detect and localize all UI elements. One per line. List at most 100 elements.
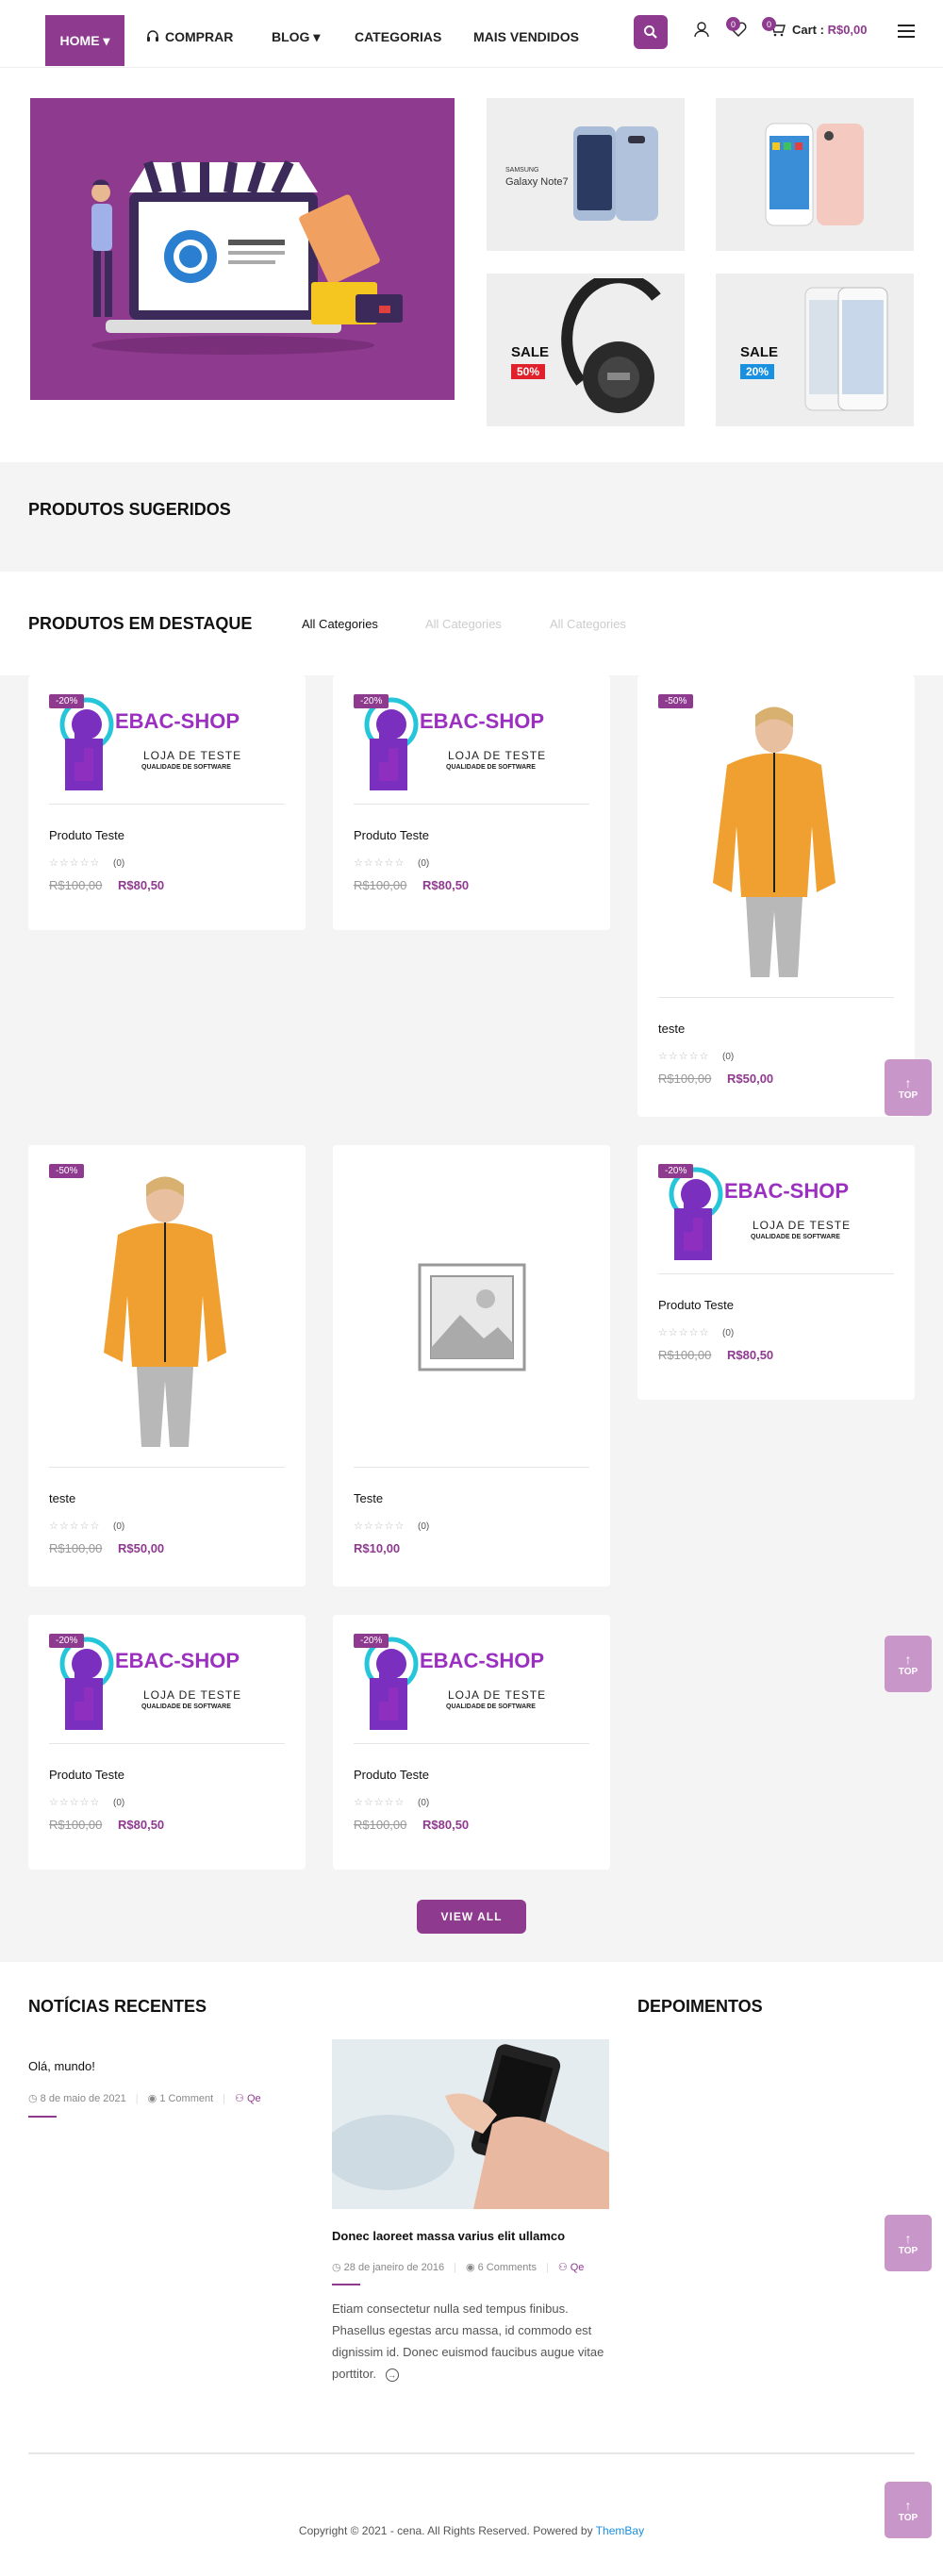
post2-excerpt: Etiam consectetur nulla sed tempus finib…	[332, 2302, 604, 2382]
review-count: (0)	[418, 858, 430, 869]
old-price: R$100,00	[354, 878, 407, 892]
menu-icon[interactable]	[898, 25, 915, 38]
product-name[interactable]: Produto Teste	[658, 1298, 734, 1312]
hand-logo-icon	[669, 1167, 723, 1260]
nav-mais-vendidos-label: MAIS VENDIDOS	[473, 29, 580, 44]
search-button[interactable]	[634, 15, 668, 49]
sale-pct-1: 50%	[511, 364, 546, 379]
post2-meta: ◷ 28 de janeiro de 2016 | ◉ 6 Comments |…	[332, 2261, 585, 2274]
product-card[interactable]: EBAC-SHOP LOJA DE TESTE QUALIDADE DE SOF…	[28, 675, 306, 930]
product-name[interactable]: Produto Teste	[49, 828, 124, 842]
post2-image[interactable]	[332, 2039, 609, 2209]
nav-blog-label: BLOG ▾	[272, 29, 321, 44]
post1-date: ◷ 8 de maio de 2021	[28, 2093, 126, 2104]
card-divider	[49, 1743, 285, 1744]
product-name[interactable]: Produto Teste	[354, 828, 429, 842]
banner-galaxy-note[interactable]: SAMSUNG Galaxy Note7	[487, 98, 685, 251]
cart-link[interactable]: Cart : R$0,00	[792, 23, 868, 37]
card-divider	[658, 997, 894, 998]
nav-home[interactable]: HOME ▾	[45, 15, 124, 66]
tab-all-categories-1[interactable]: All Categories	[302, 617, 378, 631]
old-price: R$100,00	[49, 1541, 103, 1555]
logo-sub: LOJA DE TESTE	[753, 1219, 852, 1232]
product-card[interactable]: EBAC-SHOP LOJA DE TESTE QUALIDADE DE SOF…	[28, 1615, 306, 1870]
card-divider	[354, 1467, 589, 1468]
back-to-top-button[interactable]: ↑ TOP	[885, 1636, 932, 1692]
post1-author[interactable]: ⚇ Qe	[235, 2092, 261, 2104]
banner-pixel[interactable]: SALE 20%	[716, 274, 914, 426]
hand-logo-icon	[59, 1637, 114, 1730]
store-banner[interactable]	[30, 98, 455, 400]
rating-stars: ☆☆☆☆☆	[49, 1797, 101, 1808]
product-card[interactable]: -50% teste ☆☆☆☆☆ (0) R$100,00 R$50,00	[28, 1145, 306, 1587]
post1-comments[interactable]: ◉ 1 Comment	[148, 2092, 214, 2104]
nav-blog[interactable]: BLOG ▾	[272, 29, 320, 45]
cart-label: Cart :	[792, 23, 824, 37]
card-divider	[658, 1273, 894, 1274]
banner-iphone[interactable]	[716, 98, 914, 251]
back-to-top-button[interactable]: ↑ TOP	[885, 1059, 932, 1116]
product-card[interactable]: EBAC-SHOP LOJA DE TESTE QUALIDADE DE SOF…	[333, 1615, 610, 1870]
product-price: R$80,50	[422, 1818, 470, 1832]
product-price: R$80,50	[118, 878, 165, 892]
old-price: R$100,00	[49, 1818, 103, 1832]
post1-title[interactable]: Olá, mundo!	[28, 2059, 95, 2073]
arrow-up-icon: ↑	[904, 1074, 912, 1090]
discount-badge: -20%	[49, 694, 85, 708]
logo-sub: LOJA DE TESTE	[143, 1688, 242, 1702]
banner-headphones[interactable]: SALE 50%	[487, 274, 685, 426]
tab-all-categories-3[interactable]: All Categories	[550, 617, 626, 631]
product-name[interactable]: Teste	[354, 1491, 383, 1505]
logo-text: EBAC-SHOP	[724, 1179, 850, 1203]
nav-comprar-label: COMPRAR	[165, 29, 234, 44]
product-card[interactable]: Teste ☆☆☆☆☆ (0) R$10,00	[333, 1145, 610, 1587]
old-price: R$100,00	[49, 878, 103, 892]
old-price: R$100,00	[354, 1818, 407, 1832]
sale-pct-2: 20%	[740, 364, 775, 379]
nav-categorias[interactable]: CATEGORIAS	[355, 29, 441, 44]
hand-logo-icon	[364, 697, 419, 790]
back-to-top-button[interactable]: ↑ TOP	[885, 2482, 932, 2538]
view-all-button[interactable]: VIEW ALL	[417, 1900, 526, 1934]
jacket-product-image	[713, 706, 835, 977]
review-count: (0)	[418, 1521, 430, 1532]
rating-stars: ☆☆☆☆☆	[658, 1327, 710, 1338]
logo-sub: LOJA DE TESTE	[143, 749, 242, 762]
footer-link[interactable]: ThemBay	[596, 2524, 644, 2537]
rating-stars: ☆☆☆☆☆	[354, 1797, 405, 1808]
product-card[interactable]: EBAC-SHOP LOJA DE TESTE QUALIDADE DE SOF…	[333, 675, 610, 930]
ebac-shop-logo: EBAC-SHOP LOJA DE TESTE QUALIDADE DE SOF…	[354, 1634, 589, 1742]
wishlist-count-badge: 0	[726, 17, 740, 31]
post2-comments[interactable]: ◉ 6 Comments	[466, 2261, 537, 2273]
read-more-icon[interactable]: →	[385, 2368, 399, 2382]
product-price: R$80,50	[118, 1818, 165, 1832]
back-to-top-button[interactable]: ↑ TOP	[885, 2215, 932, 2271]
review-count: (0)	[113, 1521, 125, 1532]
logo-sub2: QUALIDADE DE SOFTWARE	[446, 764, 536, 771]
review-count: (0)	[113, 858, 125, 869]
product-card[interactable]: EBAC-SHOP LOJA DE TESTE QUALIDADE DE SOF…	[637, 1145, 915, 1400]
tab-all-categories-2[interactable]: All Categories	[425, 617, 502, 631]
product-name[interactable]: teste	[658, 1022, 685, 1036]
product-price: R$50,00	[727, 1072, 774, 1086]
site-header: HOME ▾ COMPRAR BLOG ▾ CATEGORIAS MAIS VE…	[0, 0, 943, 68]
product-name[interactable]: Produto Teste	[49, 1768, 124, 1782]
arrow-up-icon: ↑	[904, 1651, 912, 1667]
logo-text: EBAC-SHOP	[115, 709, 240, 733]
product-card[interactable]: -50% teste ☆☆☆☆☆ (0) R$100,00 R$50,00	[637, 675, 915, 1117]
top-label: TOP	[898, 2512, 918, 2523]
post1-underline	[28, 2116, 57, 2118]
rating-stars: ☆☆☆☆☆	[354, 857, 405, 869]
top-label: TOP	[898, 1666, 918, 1677]
logo-text: EBAC-SHOP	[420, 709, 545, 733]
user-icon[interactable]	[693, 21, 710, 38]
product-name[interactable]: teste	[49, 1491, 75, 1505]
nav-comprar[interactable]: COMPRAR	[146, 29, 233, 44]
logo-sub2: QUALIDADE DE SOFTWARE	[141, 764, 231, 771]
logo-text: EBAC-SHOP	[115, 1649, 240, 1672]
post2-author[interactable]: ⚇ Qe	[558, 2261, 585, 2273]
product-name[interactable]: Produto Teste	[354, 1768, 429, 1782]
nav-mais-vendidos[interactable]: MAIS VENDIDOS	[473, 29, 579, 44]
sale-label-2: SALE	[740, 344, 779, 360]
post2-title[interactable]: Donec laoreet massa varius elit ullamco	[332, 2229, 565, 2243]
